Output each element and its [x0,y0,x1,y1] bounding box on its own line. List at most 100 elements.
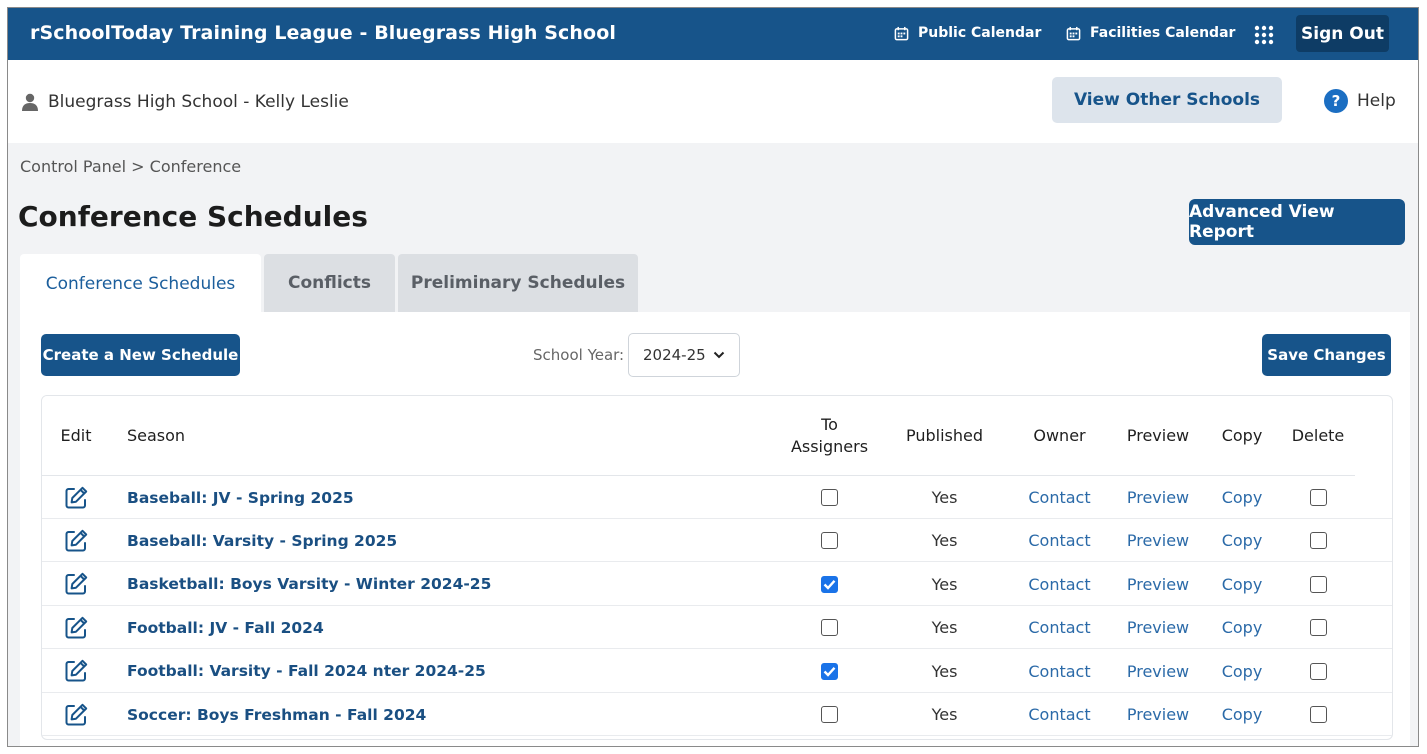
tab-preliminary-schedules[interactable]: Preliminary Schedules [398,254,638,312]
sign-out-button[interactable]: Sign Out [1296,15,1389,52]
header-to-assigners-line1: To [821,415,838,434]
preview-link[interactable]: Preview [1117,606,1199,649]
edit-icon[interactable] [63,658,89,684]
apps-grid-icon[interactable] [1253,24,1275,46]
published-value: Yes [931,618,958,638]
to-assigners-checkbox[interactable] [821,575,838,593]
season-link[interactable]: Soccer: Boys Freshman - Fall 2024 [127,693,767,736]
owner-contact-link[interactable]: Contact [1017,693,1102,736]
owner-contact-link[interactable]: Contact [1017,476,1102,519]
to-assigners-checkbox[interactable] [821,706,838,723]
edit-button[interactable] [42,606,110,649]
table-row: Football: JV - Fall 2024 Yes Contact Previe… [42,606,1392,650]
to-assigners-cell [782,563,877,606]
facilities-calendar-label: Facilities Calendar [1090,25,1236,41]
header-to-assigners: To Assigners [782,396,877,476]
app-frame: rSchoolToday Training League - Bluegrass… [7,7,1419,747]
to-assigners-cell [782,476,877,519]
edit-button[interactable] [42,650,110,693]
edit-icon[interactable] [63,528,89,554]
delete-checkbox[interactable] [1309,619,1327,637]
season-link[interactable]: Football: Varsity - Fall 2024 nter 2024-… [127,650,767,693]
preview-link[interactable]: Preview [1117,519,1199,562]
edit-button[interactable] [42,519,110,562]
preview-link[interactable]: Preview [1117,650,1199,693]
header-to-assigners-line2: Assigners [790,437,869,456]
calendar-icon [1066,26,1081,40]
preview-link[interactable]: Preview [1117,476,1199,519]
edit-icon[interactable] [63,615,89,641]
owner-contact-link[interactable]: Contact [1017,606,1102,649]
chevron-down-icon [713,351,725,359]
public-calendar-link[interactable]: Public Calendar [894,25,1041,41]
preview-link[interactable]: Preview [1117,693,1199,736]
published-value: Yes [931,661,958,681]
table-row: Soccer: Boys Freshman - Fall 2024 Yes Cont… [42,693,1392,736]
to-assigners-cell [782,606,877,649]
breadcrumb[interactable]: Control Panel > Conference [20,157,241,176]
app-title: rSchoolToday Training League - Bluegrass… [30,22,616,44]
header-preview: Preview [1126,426,1190,445]
delete-checkbox[interactable] [1309,532,1327,550]
owner-contact-link[interactable]: Contact [1017,650,1102,693]
to-assigners-checkbox[interactable] [821,532,838,550]
copy-link[interactable]: Copy [1212,476,1272,519]
delete-checkbox[interactable] [1309,662,1327,680]
preview-link[interactable]: Preview [1117,563,1199,606]
delete-cell [1287,519,1349,562]
tab-conflicts[interactable]: Conflicts [264,254,395,312]
header-edit: Edit [60,426,92,445]
to-assigners-checkbox[interactable] [821,619,838,637]
table-header: Edit Season To Assigners Published Owner… [42,396,1355,476]
save-changes-button[interactable]: Save Changes [1262,334,1391,376]
edit-button[interactable] [42,476,110,519]
user-info: Bluegrass High School - Kelly Leslie [22,92,349,112]
to-assigners-cell [782,650,877,693]
to-assigners-checkbox[interactable] [821,662,838,680]
delete-checkbox[interactable] [1309,706,1327,723]
person-icon [22,93,38,111]
header-owner: Owner [1033,426,1086,445]
delete-cell [1287,606,1349,649]
copy-link[interactable]: Copy [1212,693,1272,736]
edit-button[interactable] [42,693,110,736]
view-other-schools-button[interactable]: View Other Schools [1052,77,1282,123]
season-link[interactable]: Baseball: JV - Spring 2025 [127,476,767,519]
table-row: Baseball: Varsity - Spring 2025 Yes Contac… [42,519,1392,563]
to-assigners-cell [782,519,877,562]
school-year-select[interactable]: 2024-25 [628,333,740,377]
advanced-view-report-button[interactable]: Advanced View Report [1189,199,1405,245]
school-year-label: School Year: [533,346,625,364]
delete-checkbox[interactable] [1309,489,1327,506]
edit-icon[interactable] [63,702,89,728]
create-new-schedule-button[interactable]: Create a New Schedule [41,334,240,376]
delete-checkbox[interactable] [1309,575,1327,593]
header-published: Published [905,426,984,445]
edit-icon[interactable] [63,485,89,511]
to-assigners-checkbox[interactable] [821,489,838,506]
delete-cell [1287,563,1349,606]
facilities-calendar-link[interactable]: Facilities Calendar [1066,25,1235,41]
help-icon: ? [1324,89,1348,113]
copy-link[interactable]: Copy [1212,519,1272,562]
calendar-icon [894,26,909,40]
header-copy: Copy [1221,426,1263,445]
public-calendar-label: Public Calendar [918,25,1042,41]
season-link[interactable]: Football: JV - Fall 2024 [127,606,767,649]
season-link[interactable]: Baseball: Varsity - Spring 2025 [127,519,767,562]
copy-link[interactable]: Copy [1212,606,1272,649]
tab-conference-schedules[interactable]: Conference Schedules [20,254,261,314]
header-delete: Delete [1291,426,1345,445]
owner-contact-link[interactable]: Contact [1017,563,1102,606]
copy-link[interactable]: Copy [1212,650,1272,693]
edit-icon[interactable] [63,571,89,597]
edit-button[interactable] [42,563,110,606]
header-season: Season [127,426,186,445]
published-value: Yes [931,574,958,594]
help-link[interactable]: ? Help [1324,89,1396,113]
school-year-value: 2024-25 [643,346,706,364]
owner-contact-link[interactable]: Contact [1017,519,1102,562]
user-name: Bluegrass High School - Kelly Leslie [48,92,349,112]
copy-link[interactable]: Copy [1212,563,1272,606]
season-link[interactable]: Basketball: Boys Varsity - Winter 2024-2… [127,563,767,606]
